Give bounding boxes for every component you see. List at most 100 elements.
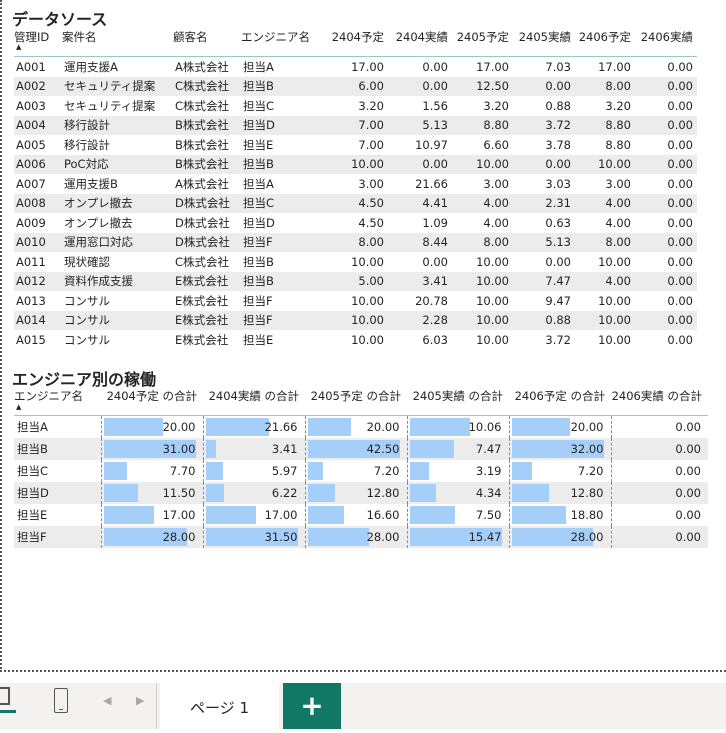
table-row: 担当B 31.00 3.41 42.50 7.47 32.00 0.00: [14, 438, 708, 460]
table-cell: 0.00: [635, 232, 697, 252]
table-cell: 0.00: [422, 59, 448, 74]
table-cell: A001: [16, 59, 46, 74]
table-cell: 17.00: [598, 59, 631, 74]
data-bar-cell: 6.22: [202, 482, 305, 504]
table-cell: E株式会社: [173, 310, 241, 330]
data-bar-value: 7.20: [577, 464, 604, 478]
table-cell: B株式会社: [173, 154, 241, 174]
column-header[interactable]: 案件名: [62, 27, 173, 57]
table-cell: 0.00: [635, 271, 697, 291]
table-cell: A014: [14, 310, 62, 330]
table-cell: C株式会社: [173, 76, 241, 96]
table-cell: 担当C: [241, 193, 324, 213]
table-cell: 0.00: [635, 76, 697, 96]
table-cell: 4.50: [358, 215, 384, 230]
column-header[interactable]: 2406予定: [575, 27, 635, 57]
table-cell: 2.28: [388, 310, 452, 330]
table-cell: 3.78: [545, 137, 571, 152]
data-bar-value: 5.97: [271, 464, 298, 478]
table-row: A001 運用支援A A株式会社 担当A 17.00 0.00 17.00 7.03 17.00…: [14, 57, 697, 77]
data-bar-value: 21.66: [264, 420, 298, 434]
column-header[interactable]: 2405実績 の合計: [407, 387, 509, 416]
table-cell: 3.20: [483, 98, 509, 113]
table-cell: 12.50: [452, 76, 513, 96]
data-bar-value: 7.70: [169, 464, 196, 478]
engineer-name: 担当A: [17, 420, 48, 434]
page-tab-1[interactable]: ページ 1: [160, 683, 279, 729]
table-cell: 10.00: [351, 332, 384, 347]
data-bar-cell: 20.00: [508, 415, 611, 438]
table-cell: C株式会社: [175, 254, 230, 269]
table-cell: 0.00: [667, 254, 693, 269]
column-header[interactable]: エンジニア名 ▲: [14, 387, 101, 416]
table-cell: 担当D: [241, 115, 324, 135]
table-cell: 10.00: [476, 332, 509, 347]
data-bar-cell: 5.97: [202, 460, 305, 482]
table-cell: 0.00: [610, 482, 708, 504]
table-cell: A011: [16, 254, 46, 269]
table-cell: 担当F: [241, 232, 324, 252]
column-header[interactable]: 2405予定 の合計: [305, 387, 407, 416]
data-bar-value: 31.00: [162, 442, 196, 456]
table-row: A006 PoC対応 B株式会社 担当B 10.00 0.00 10.00 0.00 10.00…: [14, 154, 697, 174]
column-header[interactable]: 管理ID ▲: [14, 27, 62, 57]
table-cell: 4.00: [452, 193, 513, 213]
column-header[interactable]: 2406実績: [635, 27, 697, 57]
table-cell: 10.00: [351, 293, 384, 308]
data-bar-cell: 20.00: [100, 415, 203, 438]
column-header[interactable]: 2405実績: [513, 27, 575, 57]
table-cell: 0.00: [635, 193, 697, 213]
table-cell: D株式会社: [173, 193, 241, 213]
prev-page-icon[interactable]: ◀: [103, 694, 111, 707]
desktop-layout-icon[interactable]: [0, 687, 10, 705]
table-cell: 3.00: [483, 176, 509, 191]
table-cell: C株式会社: [175, 98, 230, 113]
table-cell: 担当F: [241, 310, 324, 330]
data-bar-cell: 7.47: [406, 438, 509, 460]
data-bar-value: 42.50: [366, 442, 400, 456]
table-cell: 10.00: [575, 310, 635, 330]
column-header[interactable]: 顧客名: [173, 27, 241, 57]
add-page-button[interactable]: +: [283, 683, 341, 729]
table-cell: 3.20: [358, 98, 384, 113]
table-cell: 6.60: [483, 137, 509, 152]
table-cell: 3.20: [605, 98, 631, 113]
table-row: 担当E 17.00 17.00 16.60 7.50 18.80 0.00: [14, 504, 708, 526]
table-cell: A株式会社: [175, 176, 229, 191]
mobile-layout-icon[interactable]: [54, 688, 68, 713]
table-cell: 0.00: [388, 154, 452, 174]
column-header[interactable]: 2404実績 の合計: [203, 387, 305, 416]
table-cell: 0.88: [545, 98, 571, 113]
table-cell: 担当A: [243, 176, 274, 191]
table-cell: A008: [14, 193, 62, 213]
table-cell: 5.13: [388, 115, 452, 135]
data-bar-cell: 7.70: [100, 460, 203, 482]
table-cell: 8.00: [575, 232, 635, 252]
table-cell: 運用支援B: [64, 176, 118, 191]
column-header[interactable]: 2405予定: [452, 27, 513, 57]
table-cell: 0.00: [610, 438, 708, 460]
column-header[interactable]: 2406予定 の合計: [509, 387, 611, 416]
table-cell: 8.00: [452, 232, 513, 252]
data-bar-value: 4.34: [475, 486, 502, 500]
table-cell: 3.72: [513, 115, 575, 135]
table-row: A007 運用支援B A株式会社 担当A 3.00 21.66 3.00 3.03 3.00 0.…: [14, 174, 697, 194]
table-cell: 7.00: [324, 115, 388, 135]
table-cell: 担当C: [243, 98, 275, 113]
column-header[interactable]: 2404実績: [388, 27, 452, 57]
column-header[interactable]: エンジニア名: [241, 27, 324, 57]
column-header[interactable]: 2404予定 の合計: [101, 387, 203, 416]
data-bar-cell: 31.50: [202, 526, 305, 548]
column-header[interactable]: 2404予定: [324, 27, 388, 57]
table-cell: 移行設計: [62, 115, 173, 135]
table-cell: 8.80: [575, 115, 635, 135]
table-cell: 0.00: [667, 332, 693, 347]
column-header[interactable]: 2406実績 の合計: [611, 387, 708, 416]
table-cell: 10.00: [598, 293, 631, 308]
table-cell: 担当E: [243, 137, 274, 152]
table-cell: A002: [14, 76, 62, 96]
data-bar-value: 17.00: [264, 508, 298, 522]
data-bar-value: 11.50: [162, 486, 196, 500]
data-bar-cell: 28.00: [100, 526, 203, 548]
next-page-icon[interactable]: ▶: [136, 694, 144, 707]
